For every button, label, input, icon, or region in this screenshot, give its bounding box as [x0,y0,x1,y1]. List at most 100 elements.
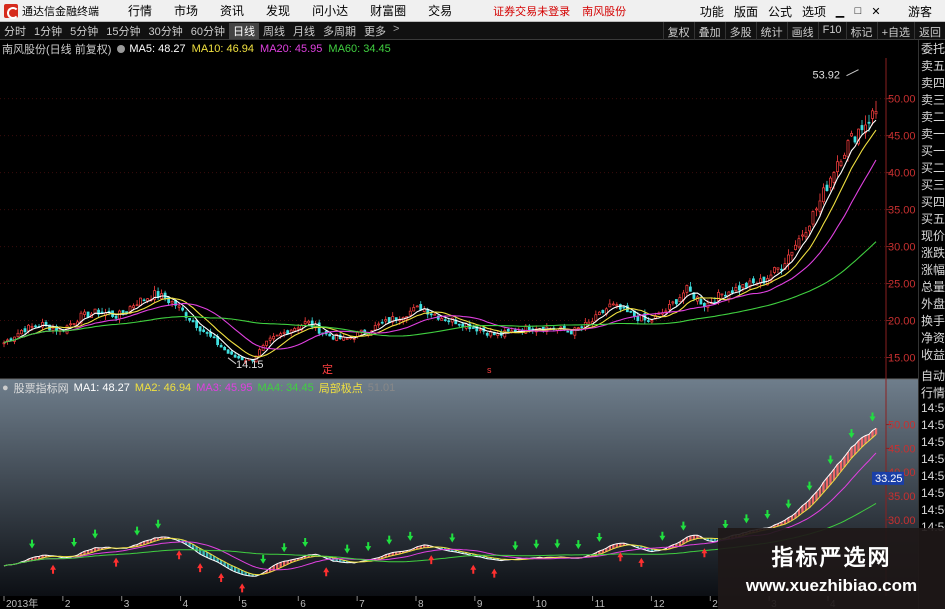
tab-more[interactable]: 更多 [360,23,390,39]
menu-market[interactable]: 市场 [163,2,209,19]
settings-dot-icon-sub[interactable]: ● [2,382,9,394]
settings-dot-icon[interactable] [117,45,126,53]
tool-f10[interactable]: F10 [817,22,846,40]
date-label: 5 [241,599,247,609]
tool-multi-stock[interactable]: 多股 [724,22,756,40]
candle-body [125,311,128,313]
tab-weekly[interactable]: 周线 [259,23,289,39]
candle-body [440,318,444,321]
price-tick-label: 15.00 [888,353,916,365]
menu-wealth[interactable]: 财富圈 [359,2,417,19]
candle-body [597,311,601,316]
candle-body [27,324,30,332]
candle-body [279,333,283,337]
candle-body [223,346,227,351]
tab-15min[interactable]: 15分钟 [102,23,144,39]
ma10-label: MA10: 46.94 [191,43,255,55]
candle-body [618,304,622,310]
tool-adjust[interactable]: 复权 [662,22,694,40]
candle-body [843,154,846,159]
sub-tick-label: 50.00 [888,420,916,432]
candle-body [433,313,437,316]
candle-body [170,301,174,304]
candle-body [282,331,286,334]
candle-body [380,321,384,324]
sidebar-ask3: 卖三 [921,93,945,107]
menu-function[interactable]: 功能 [695,3,729,20]
period-toolbar: 分时 1分钟 5分钟 15分钟 30分钟 60分钟 日线 周线 月线 多周期 更… [0,22,945,40]
minimize-icon[interactable]: ▁ [831,5,849,18]
candle-body [132,305,135,309]
tab-1min[interactable]: 1分钟 [30,23,66,39]
maximize-icon[interactable]: □ [849,5,867,17]
candle-body [636,316,640,321]
tool-back[interactable]: 返回 [914,22,945,40]
candle-body [9,338,13,341]
menu-trade[interactable]: 交易 [417,2,463,19]
menu-news[interactable]: 资讯 [209,2,255,19]
sidebar-quote[interactable]: 行情 [919,384,945,401]
tool-add-watchlist[interactable]: +自选 [876,22,914,40]
close-icon[interactable]: ✕ [867,5,885,18]
sidebar-auto[interactable]: 自动 [919,367,945,384]
candle-body [685,285,689,293]
candle-body [773,267,776,273]
menu-xiaoda[interactable]: 问小达 [301,2,359,19]
price-tick-label: 35.00 [888,205,916,217]
candle-body [485,332,489,336]
tool-draw-line[interactable]: 画线 [786,22,818,40]
indicator-name[interactable]: 股票指标网 [14,380,69,396]
candle-body [787,254,790,265]
stock-title[interactable]: 南风股份(日线 前复权) [2,41,111,57]
tool-mark[interactable]: 标记 [845,22,877,40]
tab-multi-period[interactable]: 多周期 [319,23,360,39]
candle-body [303,321,307,325]
candle-body [237,356,241,359]
candle-body [219,344,223,348]
candle-body [839,161,843,167]
main-legend: 南风股份(日线 前复权) MA5: 48.27 MA10: 46.94 MA20… [2,42,397,56]
candle-body [741,284,745,289]
candle-body [674,299,678,305]
menu-layout[interactable]: 版面 [729,3,763,20]
candle-body [832,172,836,183]
menu-options[interactable]: 选项 [797,3,831,20]
tab-timeshare[interactable]: 分时 [0,23,30,39]
tab-5min[interactable]: 5分钟 [66,23,102,39]
chevron-right-icon[interactable]: > [390,23,402,39]
menu-formula[interactable]: 公式 [763,3,797,20]
kline-chart[interactable]: 15.00 20.00 25.00 30.00 35.00 40.00 45.00 50.00… [0,40,918,609]
candle-body [804,232,808,238]
candle-body [226,349,230,354]
title-bar: 通达信金融终端 行情 市场 资讯 发现 问小达 财富圈 交易 证券交易未登录 南风… [0,0,945,22]
candle-body [191,320,195,323]
candle-body [825,184,829,191]
tool-statistics[interactable]: 统计 [755,22,787,40]
candle-body [776,267,780,270]
candle-body [629,310,633,313]
guest-label[interactable]: 游客 [903,3,937,20]
tab-60min[interactable]: 60分钟 [187,23,229,39]
sidebar-bid1: 买一 [921,144,945,158]
tab-30min[interactable]: 30分钟 [145,23,187,39]
s-marker: s [487,365,492,375]
sidebar-volume: 总量 [921,280,945,294]
candle-body [790,251,794,256]
watermark-logo-text: 指标严选网 [771,545,892,570]
tool-overlay[interactable]: 叠加 [693,22,725,40]
menu-quotes[interactable]: 行情 [117,2,163,19]
candle-body [688,286,692,292]
low-label: 14.15 [236,359,264,371]
tab-monthly[interactable]: 月线 [289,23,319,39]
candle-body [394,317,398,321]
candle-body [34,325,37,328]
tab-daily[interactable]: 日线 [229,22,259,39]
chart-tools: 复权 叠加 多股 统计 画线 F10 标记 +自选 返回 [662,22,945,40]
candle-body [195,320,199,329]
login-notice[interactable]: 证券交易未登录 南风股份 [493,3,626,19]
menu-discover[interactable]: 发现 [255,2,301,19]
date-label: 8 [418,599,424,609]
sidebar-order[interactable]: 委托 [919,40,945,57]
price-tick-label: 50.00 [888,94,916,106]
sub-tick-label: 45.00 [888,443,916,455]
